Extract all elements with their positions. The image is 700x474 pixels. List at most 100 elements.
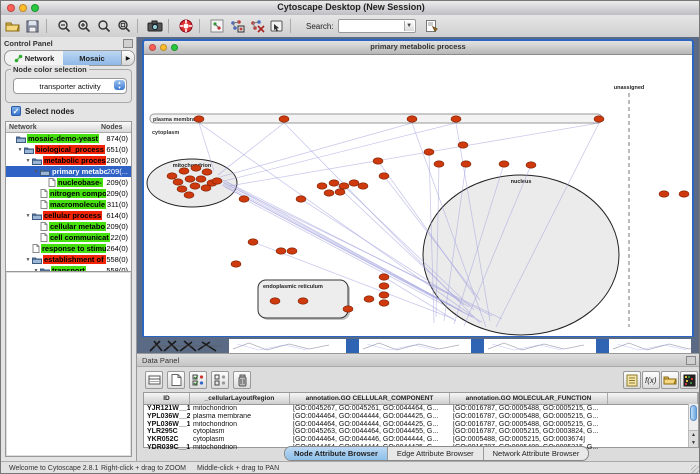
resize-grip[interactable]	[691, 465, 700, 474]
attribute-list-button[interactable]	[623, 371, 641, 389]
tab-edge-attribute-browser[interactable]: Edge Attribute Browser	[388, 447, 484, 460]
unselect-attributes-button[interactable]	[211, 371, 229, 389]
take-snapshot-icon[interactable]	[146, 18, 163, 35]
graph-node[interactable]	[424, 149, 434, 155]
expander-icon[interactable]: ▼	[24, 158, 32, 164]
control-panel-float-icon[interactable]	[123, 39, 133, 48]
tree-row-nitrogen-compo[interactable]: nitrogen compo209(0)	[6, 188, 131, 199]
graph-node[interactable]	[239, 196, 249, 202]
graph-node[interactable]	[335, 189, 345, 195]
tree-row-establishment-of-lo[interactable]: ▼establishment of lo558(0)	[6, 254, 131, 265]
network-view-title-bar[interactable]: primary metabolic process	[144, 41, 692, 55]
graph-node[interactable]	[212, 178, 222, 184]
select-nodes-checkbox[interactable]: ✓	[11, 106, 21, 116]
graph-node[interactable]	[679, 191, 689, 197]
tree-row-mosaic-demo-yeast[interactable]: mosaic-demo-yeast874(0)	[6, 133, 131, 144]
vizmapper-icon[interactable]	[268, 18, 285, 35]
graph-node[interactable]	[373, 158, 383, 164]
graph-node[interactable]	[379, 292, 389, 298]
network-canvas[interactable]: plasma membranecytoplasmmitochondrionnuc…	[144, 55, 692, 336]
tree-row-response-to-stimulu[interactable]: response to stimulu264(0)	[6, 243, 131, 254]
zoom-selected-region-icon[interactable]	[95, 18, 112, 35]
table-row[interactable]: YKR052Ccytoplasm[GO:0044464, GO:0044446,…	[144, 436, 698, 444]
node-color-dropdown[interactable]: transporter activity ▲▼	[13, 78, 127, 94]
graph-node[interactable]	[173, 179, 183, 185]
expander-icon[interactable]: ▼	[24, 213, 32, 219]
tree-row-macromolecule[interactable]: macromolecule311(0)	[6, 199, 131, 210]
column-header-0[interactable]: ID	[144, 393, 190, 404]
expander-icon[interactable]: ▼	[32, 169, 40, 175]
column-header-3[interactable]: annotation.GO MOLECULAR_FUNCTION	[450, 393, 608, 404]
zoom-fit-content-icon[interactable]	[115, 18, 132, 35]
graph-node[interactable]	[379, 300, 389, 306]
graph-node[interactable]	[659, 191, 669, 197]
attribute-matrix-button[interactable]	[680, 371, 698, 389]
graph-node[interactable]	[231, 261, 241, 267]
graph-node[interactable]	[451, 116, 461, 122]
formula-builder-button[interactable]: f(x)	[642, 371, 660, 389]
hidden-window-edge[interactable]	[346, 339, 359, 353]
graph-node[interactable]	[279, 116, 289, 122]
open-session-icon[interactable]	[4, 18, 21, 35]
graph-node[interactable]	[324, 190, 334, 196]
help-lifering-icon[interactable]	[177, 18, 194, 35]
select-attributes-button[interactable]	[189, 371, 207, 389]
graph-node[interactable]	[343, 306, 353, 312]
background-windows-strip[interactable]	[137, 339, 700, 353]
birds-eye-view[interactable]	[5, 271, 132, 457]
save-session-icon[interactable]	[24, 18, 41, 35]
graph-node[interactable]	[526, 162, 536, 168]
graph-node[interactable]	[317, 183, 327, 189]
graph-node[interactable]	[184, 192, 194, 198]
tree-row-biological-process[interactable]: ▼biological_process651(0)	[6, 144, 131, 155]
graph-node[interactable]	[179, 168, 189, 174]
hidden-window-fragment[interactable]	[359, 339, 471, 353]
destroy-network-view-icon[interactable]	[248, 18, 265, 35]
graph-node[interactable]	[167, 173, 177, 179]
tab-node-attribute-browser[interactable]: Node Attribute Browser	[285, 447, 388, 460]
hidden-window-edge[interactable]	[596, 339, 609, 353]
import-attributes-button[interactable]	[145, 371, 163, 389]
graph-node[interactable]	[201, 185, 211, 191]
graph-node[interactable]	[364, 296, 374, 302]
column-header-2[interactable]: annotation.GO CELLULAR_COMPONENT	[290, 393, 450, 404]
table-row[interactable]: YPL036W__2plasma membrane[GO:0044464, GO…	[144, 413, 698, 421]
table-row[interactable]: YLR295Ccytoplasm[GO:0045263, GO:0044464,…	[144, 428, 698, 436]
graph-node[interactable]	[349, 180, 359, 186]
graph-node[interactable]	[296, 196, 306, 202]
graph-node[interactable]	[458, 142, 468, 148]
graph-node[interactable]	[194, 116, 204, 122]
graph-node[interactable]	[191, 165, 201, 171]
graph-node[interactable]	[270, 298, 280, 304]
hidden-window-fragment[interactable]	[229, 339, 346, 353]
zoom-out-icon[interactable]	[55, 18, 72, 35]
graph-node[interactable]	[248, 239, 258, 245]
expander-icon[interactable]: ▼	[24, 257, 32, 263]
graph-node[interactable]	[358, 183, 368, 189]
tab-network-attribute-browser[interactable]: Network Attribute Browser	[484, 447, 589, 460]
graph-node[interactable]	[461, 161, 471, 167]
zoom-in-icon[interactable]	[75, 18, 92, 35]
scrollbar-thumb[interactable]	[690, 405, 697, 421]
tree-row-cellular-process[interactable]: ▼cellular process614(0)	[6, 210, 131, 221]
expander-icon[interactable]: ▼	[16, 147, 24, 153]
search-dropdown-arrow-icon[interactable]: ▼	[404, 21, 414, 31]
tree-row-metabolic-process[interactable]: ▼metabolic process280(0)	[6, 155, 131, 166]
graph-node[interactable]	[298, 298, 308, 304]
hidden-window-fragment[interactable]	[484, 339, 596, 353]
graph-node[interactable]	[339, 183, 349, 189]
graph-node[interactable]	[594, 116, 604, 122]
graph-node[interactable]	[379, 283, 389, 289]
graph-node[interactable]	[379, 274, 389, 280]
graph-node[interactable]	[185, 176, 195, 182]
tree-row-cell-communicat[interactable]: cell communicat22(0)	[6, 232, 131, 243]
hidden-window-network-thumbnail[interactable]	[148, 339, 228, 353]
tree-row-primary-metabo[interactable]: ▼primary metabo209(...	[6, 166, 131, 177]
tree-row-nucleobase-[interactable]: nucleobase-209(0)	[6, 177, 131, 188]
tab-mosaic[interactable]: Mosaic	[63, 51, 121, 65]
table-row[interactable]: YJR121W__1mitochondrion[GO:0045267, GO:0…	[144, 405, 698, 413]
table-row[interactable]: YPL036W__1mitochondrion[GO:0044464, GO:0…	[144, 421, 698, 429]
graph-node[interactable]	[379, 173, 389, 179]
graph-node[interactable]	[329, 180, 339, 186]
graph-node[interactable]	[276, 248, 286, 254]
